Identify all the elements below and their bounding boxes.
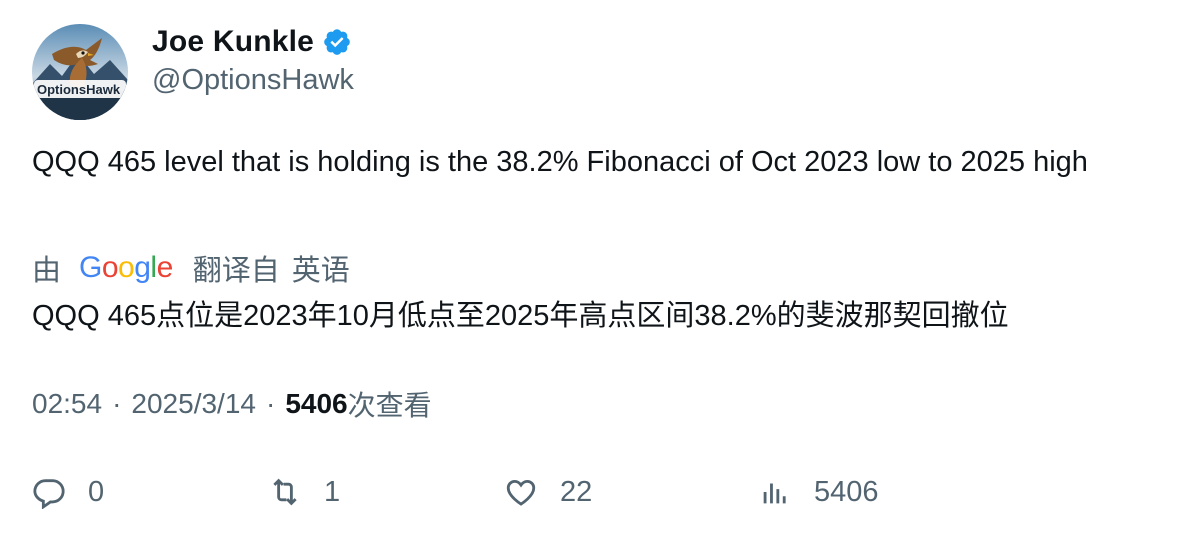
retweet-button[interactable]: 1 — [268, 472, 340, 512]
meta-separator: · — [265, 388, 276, 419]
like-icon — [506, 479, 536, 506]
views-label: 次查看 — [347, 390, 432, 421]
author-name-row: Joe Kunkle — [152, 24, 352, 60]
translation-from-label: 翻译自 — [192, 255, 280, 287]
tweet-text: QQQ 465 level that is holding is the 38.… — [32, 146, 1088, 178]
meta-separator: · — [112, 388, 122, 419]
translation-attribution: 由 Google 翻译自 英语 — [32, 250, 350, 287]
retweet-count: 1 — [324, 475, 341, 508]
view-count: 5406 — [285, 388, 348, 419]
tweet-date[interactable]: 2025/3/14 — [131, 388, 256, 420]
translated-text: QQQ 465点位是2023年10月低点至2025年高点区间38.2%的斐波那契… — [32, 300, 1009, 332]
verified-badge-icon[interactable] — [322, 27, 352, 57]
avatar[interactable]: OptionsHawk — [32, 24, 128, 120]
tweet-card: OptionsHawk Joe Kunkle @OptionsHawk QQQ … — [0, 0, 1196, 538]
google-logo[interactable]: Google — [79, 251, 173, 285]
views-icon — [763, 483, 786, 504]
tweet-meta: 02:54 · 2025/3/14 · 5406 次查看 — [32, 386, 432, 422]
like-button[interactable]: 22 — [504, 472, 592, 512]
hawk-avatar-image: OptionsHawk — [32, 24, 128, 120]
translation-by-label: 由 — [32, 255, 62, 287]
translation-source-language: 英语 — [291, 255, 350, 287]
like-count: 22 — [560, 475, 593, 508]
author-name[interactable]: Joe Kunkle — [152, 25, 314, 59]
tweet-time[interactable]: 02:54 — [32, 388, 102, 420]
reply-button[interactable]: 0 — [32, 472, 104, 512]
views-action-count: 5406 — [814, 475, 879, 508]
author-handle[interactable]: @OptionsHawk — [152, 64, 354, 97]
reply-icon — [33, 479, 65, 509]
avatar-logo-text: OptionsHawk — [37, 82, 121, 97]
views-button[interactable]: 5406 — [758, 472, 879, 512]
retweet-icon — [273, 478, 297, 506]
reply-count: 0 — [88, 475, 105, 508]
